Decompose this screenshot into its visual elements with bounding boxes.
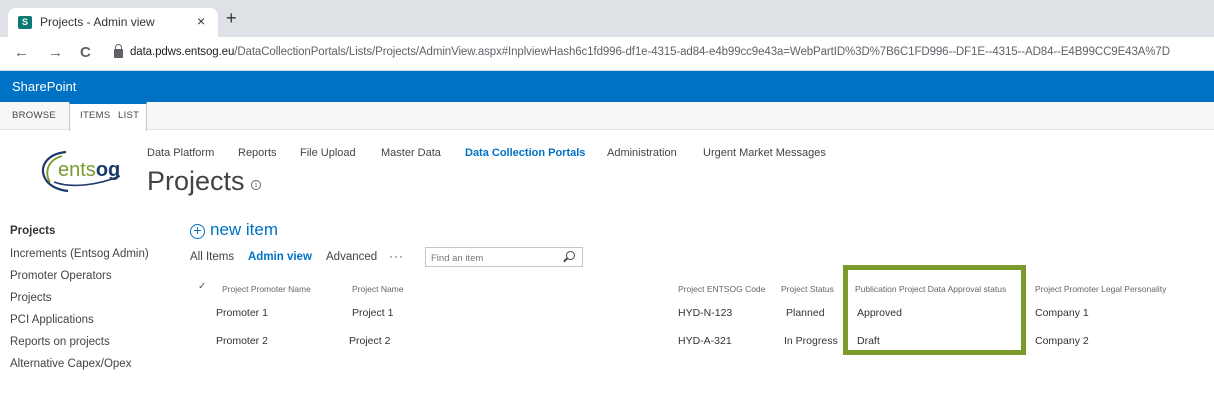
leftnav-item-projects-2[interactable]: Projects: [10, 292, 52, 304]
new-tab-button[interactable]: +: [226, 9, 237, 27]
tab-title: Projects - Admin view: [40, 15, 155, 29]
url-host: data.pdws.entsog.eu: [130, 46, 235, 58]
topnav-data-collection-portals[interactable]: Data Collection Portals: [465, 147, 585, 159]
plus-circle-icon[interactable]: +: [190, 223, 205, 239]
cell-legal-personality: Company 2: [1035, 335, 1089, 347]
suite-bar: SharePoint: [0, 71, 1214, 102]
info-icon[interactable]: i: [251, 180, 261, 190]
topnav-data-platform[interactable]: Data Platform: [147, 147, 214, 159]
search-box[interactable]: [425, 247, 583, 267]
highlight-box: [843, 265, 1026, 355]
cell-project-status: Planned: [786, 307, 825, 319]
leftnav-item-increments[interactable]: Increments (Entsog Admin): [10, 248, 149, 260]
url-path: /DataCollectionPortals/Lists/Projects/Ad…: [234, 46, 1170, 58]
cell-project-name[interactable]: Project 2: [349, 335, 390, 347]
leftnav-item-alternative-capex-opex[interactable]: Alternative Capex/Opex: [10, 358, 131, 370]
ribbon-tab-items[interactable]: ITEMS: [80, 110, 111, 121]
browser-tab-strip: S Projects - Admin view × +: [0, 0, 1214, 37]
leftnav-item-projects[interactable]: Projects: [10, 225, 55, 237]
cell-project-name[interactable]: Project 1: [352, 307, 393, 319]
cell-project-status: In Progress: [784, 335, 838, 347]
logo-text: entsog: [58, 159, 120, 181]
cell-promoter-name: Promoter 2: [216, 335, 268, 347]
reload-icon[interactable]: C: [80, 44, 91, 62]
cell-legal-personality: Company 1: [1035, 307, 1089, 319]
ribbon-tab-browse[interactable]: BROWSE: [12, 110, 56, 121]
leftnav-item-promoter-operators[interactable]: Promoter Operators: [10, 270, 112, 282]
more-views-icon[interactable]: ···: [389, 249, 404, 263]
lock-icon[interactable]: [114, 44, 123, 58]
select-all-checkmark[interactable]: ✓: [198, 281, 206, 292]
suite-title[interactable]: SharePoint: [12, 79, 76, 94]
sharepoint-favicon-icon: S: [18, 16, 32, 29]
ribbon-tab-list[interactable]: LIST: [118, 110, 139, 121]
address-bar[interactable]: data.pdws.entsog.eu/DataCollectionPortal…: [130, 46, 1170, 58]
view-all-items[interactable]: All Items: [190, 251, 234, 263]
ribbon: BROWSE ITEMS LIST: [0, 102, 1214, 131]
col-head-project-name[interactable]: Project Name: [352, 284, 404, 294]
cell-entsog-code: HYD-N-123: [678, 307, 733, 319]
search-icon[interactable]: [566, 251, 575, 260]
close-tab-icon[interactable]: ×: [197, 13, 205, 29]
topnav-master-data[interactable]: Master Data: [381, 147, 441, 159]
cell-entsog-code: HYD-A-321: [678, 335, 732, 347]
cell-promoter-name: Promoter 1: [216, 307, 268, 319]
topnav-administration[interactable]: Administration: [607, 147, 677, 159]
page-title: Projects: [147, 166, 245, 196]
back-icon[interactable]: ←: [14, 44, 29, 62]
col-head-project-status[interactable]: Project Status: [781, 284, 834, 294]
leftnav-item-pci-applications[interactable]: PCI Applications: [10, 314, 94, 326]
browser-tab[interactable]: S Projects - Admin view ×: [8, 8, 218, 37]
entsog-logo[interactable]: entsog: [36, 146, 136, 194]
topnav-urgent-market-messages[interactable]: Urgent Market Messages: [703, 147, 826, 159]
topnav-reports[interactable]: Reports: [238, 147, 277, 159]
forward-icon[interactable]: →: [48, 44, 63, 62]
view-advanced[interactable]: Advanced: [326, 251, 377, 263]
new-item-button[interactable]: new item: [210, 220, 278, 240]
view-admin-view[interactable]: Admin view: [248, 251, 312, 263]
col-head-entsog-code[interactable]: Project ENTSOG Code: [678, 284, 765, 294]
browser-toolbar: ← → C data.pdws.entsog.eu/DataCollection…: [0, 37, 1214, 71]
col-head-promoter-name[interactable]: Project Promoter Name: [222, 284, 311, 294]
topnav-file-upload[interactable]: File Upload: [300, 147, 356, 159]
search-input[interactable]: [431, 252, 551, 264]
leftnav-item-reports-on-projects[interactable]: Reports on projects: [10, 336, 110, 348]
col-head-legal-personality[interactable]: Project Promoter Legal Personality: [1035, 284, 1166, 294]
